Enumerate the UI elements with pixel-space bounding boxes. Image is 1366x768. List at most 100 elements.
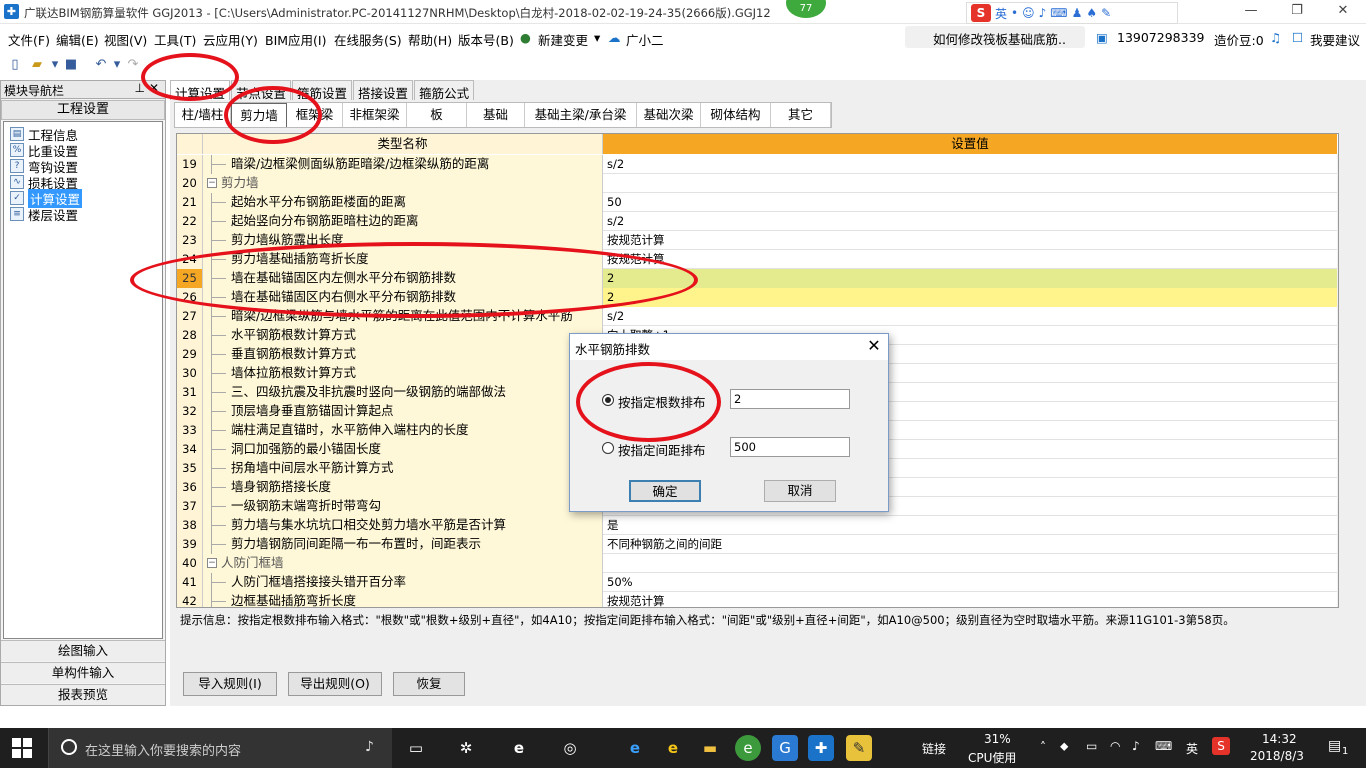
help-question-input[interactable]: 如何修改筏板基础底筋.. xyxy=(905,26,1085,48)
menu-edit[interactable]: 编辑(E) xyxy=(56,30,99,49)
tab-stirrup-settings[interactable]: 箍筋设置 xyxy=(292,80,353,101)
menu-view[interactable]: 视图(V) xyxy=(104,30,147,49)
minimize-icon[interactable]: — xyxy=(1228,0,1274,24)
tree-item-floor[interactable]: ≡ 楼层设置 xyxy=(10,206,78,223)
radio-by-spacing-label[interactable]: 按指定间距排布 xyxy=(618,440,706,459)
table-row[interactable]: 26 墙在基础锚固区内右侧水平分布钢筋排数 2 xyxy=(177,288,1337,307)
dropdown-icon[interactable]: ▾ xyxy=(594,30,600,45)
row-value[interactable]: 50 xyxy=(603,193,1337,212)
tab-nonframe-beam[interactable]: 非框架梁 xyxy=(343,103,407,127)
radio-by-spacing[interactable] xyxy=(602,442,614,454)
browser-icon[interactable]: ◎ xyxy=(557,735,583,761)
export-rules-button[interactable]: 导出规则(O) xyxy=(288,672,382,696)
tab-other[interactable]: 其它 xyxy=(771,103,831,127)
table-row[interactable]: 24 剪力墙基础插筋弯折长度 按规范计算 xyxy=(177,250,1337,269)
count-input[interactable]: 2 xyxy=(730,389,850,409)
notes-icon[interactable]: ✎ xyxy=(846,735,872,761)
glodon-ggj-icon[interactable]: ✚ xyxy=(808,735,834,761)
windows-start-icon[interactable] xyxy=(12,738,32,758)
table-row[interactable]: 39 剪力墙钢筋同间距隔一布一布置时，间距表示 不同种钢筋之间的间距 xyxy=(177,535,1337,554)
clock-time[interactable]: 14:32 xyxy=(1262,732,1297,746)
row-value[interactable]: s/2 xyxy=(603,212,1337,231)
volume-icon[interactable]: ♪ xyxy=(1132,739,1140,753)
suggest-link[interactable]: 我要建议 xyxy=(1310,30,1360,49)
menu-tools[interactable]: 工具(T) xyxy=(154,30,196,49)
table-row[interactable]: 25 墙在基础锚固区内左侧水平分布钢筋排数 2 xyxy=(177,269,1337,288)
tab-foundation[interactable]: 基础 xyxy=(467,103,525,127)
microphone-icon[interactable]: ♪ xyxy=(365,739,374,755)
save-icon[interactable]: ■ xyxy=(62,57,80,73)
table-row[interactable]: 27 暗梁/边框梁纵筋与墙水平筋的距离在此值范围内不计算水平筋 s/2 xyxy=(177,307,1337,326)
settings-icon[interactable]: ✎ xyxy=(1101,6,1111,20)
row-value[interactable]: 2 xyxy=(603,269,1337,288)
sogou-icon[interactable]: S xyxy=(1212,737,1230,755)
menu-cloud[interactable]: 云应用(Y) xyxy=(203,30,258,49)
ime-lang[interactable]: 英 xyxy=(995,5,1007,22)
import-rules-button[interactable]: 导入规则(I) xyxy=(183,672,277,696)
drawing-input-button[interactable]: 绘图输入 xyxy=(1,640,165,661)
keyboard-icon[interactable]: ⌨ xyxy=(1155,739,1172,753)
cost-beans[interactable]: 造价豆:0 xyxy=(1214,30,1264,49)
tab-slab[interactable]: 板 xyxy=(407,103,467,127)
table-row[interactable]: 23 剪力墙纵筋露出长度 按规范计算 xyxy=(177,231,1337,250)
wifi-icon[interactable]: ◠ xyxy=(1110,739,1120,753)
ie-icon[interactable]: e xyxy=(660,735,686,761)
phone-number[interactable]: 13907298339 xyxy=(1117,30,1204,45)
row-value[interactable]: 50% xyxy=(603,573,1337,592)
group-row[interactable]: 40− 人防门框墙 xyxy=(177,554,1337,573)
restore-icon[interactable]: ❐ xyxy=(1274,0,1320,24)
menu-assistant[interactable]: 广小二 xyxy=(626,30,664,49)
row-value[interactable]: 是 xyxy=(603,516,1337,535)
tab-frame-beam[interactable]: 框架梁 xyxy=(287,103,343,127)
clock-date[interactable]: 2018/8/3 xyxy=(1250,749,1304,763)
table-row[interactable]: 42 边框基础插筋弯折长度 按规范计算 xyxy=(177,592,1337,607)
tab-masonry[interactable]: 砌体结构 xyxy=(701,103,771,127)
row-value[interactable]: s/2 xyxy=(603,155,1337,174)
tab-column[interactable]: 柱/墙柱 xyxy=(175,103,231,127)
user-icon[interactable]: ♟ xyxy=(1072,6,1083,20)
fan-app-icon[interactable]: ✲ xyxy=(453,735,479,761)
tray-link[interactable]: 链接 xyxy=(922,740,946,757)
table-row[interactable]: 21 起始水平分布钢筋距楼面的距离 50 xyxy=(177,193,1337,212)
punct-icon[interactable]: • xyxy=(1011,6,1018,20)
row-value[interactable]: 按规范计算 xyxy=(603,250,1337,269)
row-value[interactable]: 按规范计算 xyxy=(603,592,1337,607)
table-row[interactable]: 22 起始竖向分布钢筋距暗柱边的距离 s/2 xyxy=(177,212,1337,231)
menu-help[interactable]: 帮助(H) xyxy=(408,30,452,49)
emoji-icon[interactable]: ☺ xyxy=(1022,6,1035,20)
edge-icon[interactable]: e xyxy=(622,735,648,761)
folder-icon[interactable]: ▬ xyxy=(697,735,723,761)
redo-icon[interactable]: ↷ xyxy=(124,57,142,73)
tab-node-settings[interactable]: 节点设置 xyxy=(231,80,292,101)
taskbar-search[interactable]: 在这里输入你要搜索的内容 ♪ xyxy=(48,728,392,768)
section-project-settings[interactable]: 工程设置 xyxy=(1,100,165,120)
tab-stirrup-formula[interactable]: 箍筋公式 xyxy=(414,80,475,101)
close-icon[interactable]: ✕ xyxy=(1320,0,1366,24)
tab-calc-settings[interactable]: 计算设置 xyxy=(170,80,231,101)
tab-foundation-secondary-beam[interactable]: 基础次梁 xyxy=(637,103,701,127)
menu-bim[interactable]: BIM应用(I) xyxy=(265,30,327,49)
pin-icon[interactable]: ⊥ xyxy=(135,81,145,95)
keyboard-icon[interactable]: ⌨ xyxy=(1050,6,1067,20)
open-folder-icon[interactable]: ▰ xyxy=(28,57,46,73)
menu-online[interactable]: 在线服务(S) xyxy=(334,30,402,49)
cancel-button[interactable]: 取消 xyxy=(764,480,836,502)
tray-up-icon[interactable]: ˄ xyxy=(1040,740,1046,754)
vertical-scrollbar[interactable]: ▲ ▼ xyxy=(1337,154,1338,607)
table-row[interactable]: 38 剪力墙与集水坑坑口相交处剪力墙水平筋是否计算 是 xyxy=(177,516,1337,535)
row-value[interactable]: s/2 xyxy=(603,307,1337,326)
task-view-icon[interactable]: ▭ xyxy=(403,735,429,761)
menu-new-change[interactable]: 新建变更 xyxy=(538,30,588,49)
spacing-input[interactable]: 500 xyxy=(730,437,850,457)
collapse-icon[interactable]: − xyxy=(207,178,217,188)
group-row[interactable]: 20− 剪力墙 xyxy=(177,174,1337,193)
single-component-button[interactable]: 单构件输入 xyxy=(1,662,165,683)
row-value[interactable]: 2 xyxy=(603,288,1337,307)
tab-foundation-main-beam[interactable]: 基础主梁/承台梁 xyxy=(525,103,637,127)
table-row[interactable]: 19 暗梁/边框梁侧面纵筋距暗梁/边框梁纵筋的距离 s/2 xyxy=(177,155,1337,174)
tab-lap-settings[interactable]: 搭接设置 xyxy=(353,80,414,101)
row-value[interactable]: 不同种钢筋之间的间距 xyxy=(603,535,1337,554)
ok-button[interactable]: 确定 xyxy=(629,480,701,502)
notification-center-icon[interactable]: ▤ xyxy=(1328,738,1341,754)
row-value[interactable]: 按规范计算 xyxy=(603,231,1337,250)
